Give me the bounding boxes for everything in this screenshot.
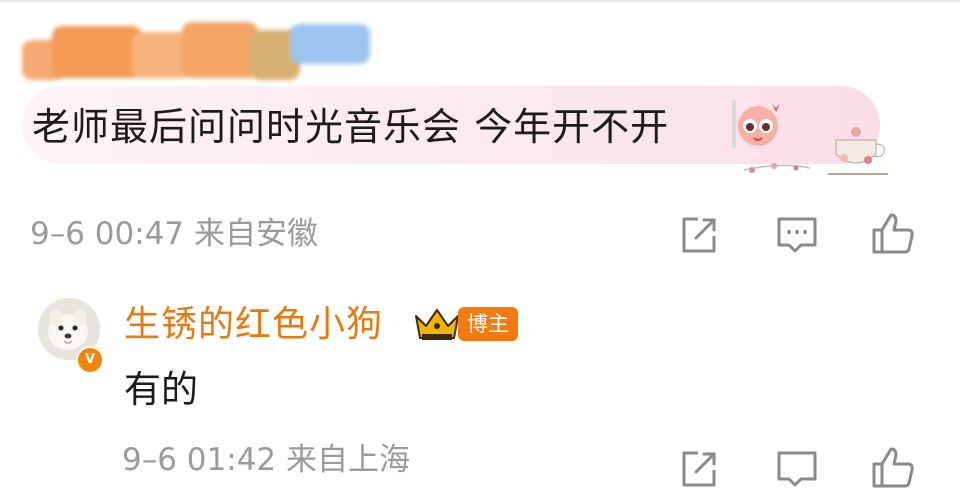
owner-badge: 博主 <box>458 307 518 341</box>
reply-meta: 9–6 01:42 来自上海 <box>122 442 410 478</box>
comment-icon <box>777 451 817 487</box>
comment-button[interactable] <box>774 212 820 258</box>
like-button[interactable] <box>870 210 916 256</box>
reply-username[interactable]: 生锈的红色小狗 <box>124 302 383 348</box>
comment-meta: 9–6 00:47 来自安徽 <box>30 216 318 252</box>
reply-comment-button[interactable] <box>774 446 820 492</box>
reply-text: 有的 <box>124 368 198 411</box>
share-icon <box>682 451 716 487</box>
reply-share-button[interactable] <box>676 446 722 492</box>
top-divider <box>0 0 960 2</box>
verified-badge-icon: V <box>76 346 104 374</box>
share-button[interactable] <box>676 212 722 258</box>
like-icon <box>872 447 914 488</box>
comment-icon <box>777 217 817 253</box>
share-icon <box>682 217 716 253</box>
blurred-username <box>22 22 372 92</box>
like-icon <box>872 213 914 254</box>
reply-like-button[interactable] <box>870 444 916 490</box>
comment-text: 老师最后问问时光音乐会 今年开不开 <box>32 105 670 149</box>
crown-icon <box>415 309 459 340</box>
teacup-decoration-icon <box>743 127 888 175</box>
